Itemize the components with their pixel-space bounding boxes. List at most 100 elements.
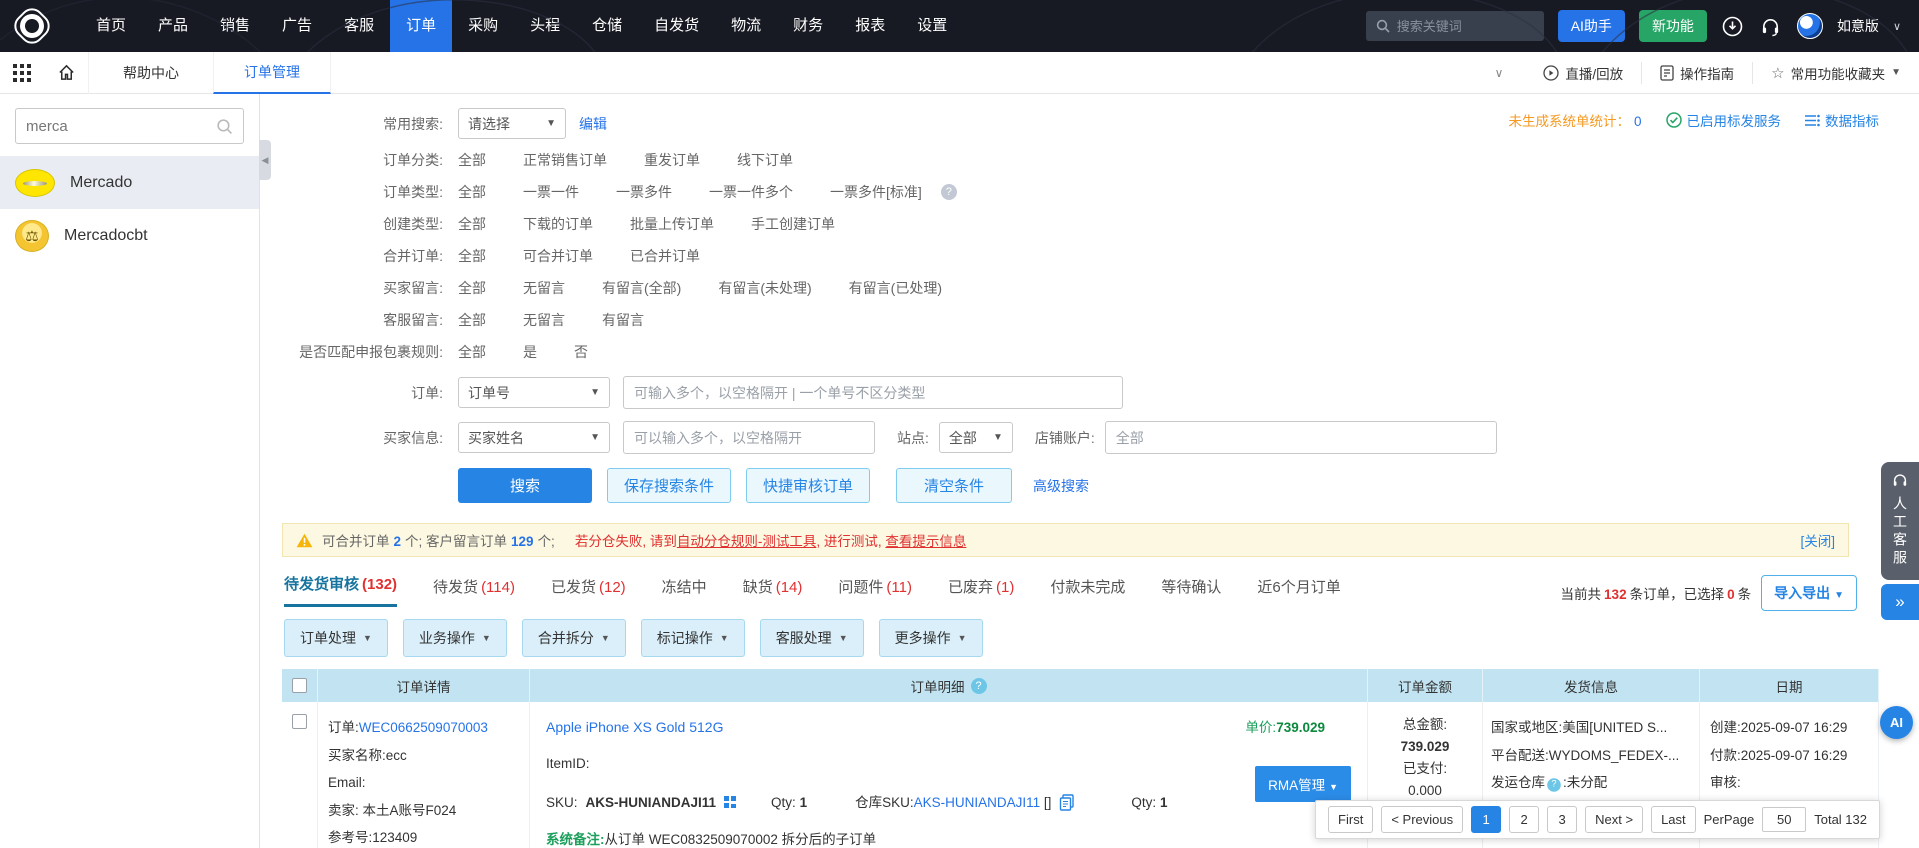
- search-button[interactable]: 搜索: [458, 468, 592, 503]
- help-icon[interactable]: ?: [970, 677, 987, 694]
- store-account-input[interactable]: [1104, 421, 1497, 454]
- view-tips-link[interactable]: 查看提示信息: [885, 534, 966, 549]
- global-search[interactable]: [1365, 11, 1544, 41]
- order-number-link[interactable]: WEC0662509070003: [359, 720, 488, 735]
- order-process-menu[interactable]: 订单处理 ▼: [284, 619, 388, 657]
- filter-option[interactable]: 无留言: [523, 278, 565, 298]
- filter-option[interactable]: 已合并订单: [630, 246, 700, 266]
- filter-option[interactable]: 一票多件: [616, 182, 672, 202]
- apps-grid-icon[interactable]: [0, 52, 44, 94]
- service-ops-menu[interactable]: 客服处理 ▼: [759, 619, 864, 657]
- edition-label[interactable]: 如意版: [1837, 16, 1879, 36]
- copy-doc-icon[interactable]: [1059, 794, 1075, 811]
- order-number-type-select[interactable]: 订单号 ▼: [458, 377, 610, 408]
- first-page-button[interactable]: First: [1328, 806, 1374, 833]
- mark-ops-menu[interactable]: 标记操作 ▼: [640, 619, 745, 657]
- next-page-button[interactable]: Next >: [1585, 806, 1644, 833]
- tab-to-ship[interactable]: 待发货 (114): [433, 576, 515, 607]
- clear-conditions-button[interactable]: 清空条件: [896, 468, 1013, 503]
- tab-out-of-stock[interactable]: 缺货 (14): [743, 576, 803, 607]
- help-center-link[interactable]: 帮助中心: [88, 51, 213, 94]
- row-checkbox[interactable]: [292, 714, 307, 729]
- help-icon[interactable]: ?: [1547, 777, 1561, 792]
- sidebar-collapse-handle[interactable]: ◀: [259, 140, 271, 180]
- sidebar-search[interactable]: [15, 108, 244, 144]
- home-icon[interactable]: [44, 52, 88, 94]
- menu-item-orders[interactable]: 订单: [390, 0, 453, 52]
- menu-item-ads[interactable]: 广告: [266, 0, 328, 52]
- filter-option[interactable]: 手工创建订单: [751, 214, 835, 234]
- tab-pending-audit[interactable]: 待发货审核 (132): [284, 573, 398, 607]
- buyer-info-input[interactable]: [623, 421, 875, 454]
- order-number-input[interactable]: [623, 376, 1123, 409]
- global-search-input[interactable]: [1396, 18, 1527, 34]
- filter-option[interactable]: 有留言(已处理): [849, 278, 942, 298]
- menu-item-reports[interactable]: 报表: [839, 0, 901, 52]
- menu-item-selfship[interactable]: 自发货: [638, 0, 715, 52]
- menu-item-purchase[interactable]: 采购: [452, 0, 514, 52]
- headset-icon[interactable]: [1759, 14, 1783, 38]
- filter-option[interactable]: 全部: [458, 150, 486, 170]
- tab-last-6-months[interactable]: 近6个月订单: [1257, 576, 1340, 607]
- filter-option[interactable]: 全部: [458, 310, 486, 330]
- filter-option[interactable]: 线下订单: [737, 150, 793, 170]
- edit-common-search-link[interactable]: 编辑: [579, 114, 607, 134]
- filter-option[interactable]: 否: [574, 342, 588, 362]
- filter-option[interactable]: 全部: [458, 182, 486, 202]
- import-export-button[interactable]: 导入导出 ▼: [1761, 575, 1857, 611]
- warehouse-sku-link[interactable]: AKS-HUNIANDAJI11: [914, 795, 1041, 810]
- page-1-button[interactable]: 1: [1471, 806, 1502, 833]
- menu-item-product[interactable]: 产品: [142, 0, 204, 52]
- quick-audit-button[interactable]: 快捷审核订单: [746, 468, 871, 503]
- product-title-link[interactable]: Apple iPhone XS Gold 512G: [546, 719, 723, 735]
- ai-assistant-button[interactable]: AI助手: [1557, 10, 1625, 42]
- tab-unpaid[interactable]: 付款未完成: [1050, 576, 1125, 607]
- chevron-down-icon[interactable]: ∨: [1893, 20, 1901, 33]
- filter-option[interactable]: 全部: [458, 246, 486, 266]
- prev-page-button[interactable]: < Previous: [1381, 806, 1464, 833]
- menu-item-warehouse[interactable]: 仓储: [576, 0, 638, 52]
- menu-item-settings[interactable]: 设置: [901, 0, 963, 52]
- filter-option[interactable]: 一票一件多个: [709, 182, 793, 202]
- select-all-checkbox[interactable]: [292, 678, 307, 693]
- help-icon[interactable]: ?: [940, 184, 957, 200]
- filter-option[interactable]: 正常销售订单: [523, 150, 607, 170]
- page-2-button[interactable]: 2: [1509, 806, 1540, 833]
- tab-order-management[interactable]: 订单管理: [213, 51, 331, 94]
- menu-item-firstleg[interactable]: 头程: [514, 0, 576, 52]
- filter-option[interactable]: 可合并订单: [523, 246, 593, 266]
- rma-manage-button[interactable]: RMA管理 ▼: [1255, 766, 1351, 802]
- menu-item-finance[interactable]: 财务: [777, 0, 839, 52]
- ai-floating-button[interactable]: AI: [1880, 706, 1913, 739]
- filter-option[interactable]: 无留言: [523, 310, 565, 330]
- filter-option[interactable]: 是: [523, 342, 537, 362]
- page-3-button[interactable]: 3: [1547, 806, 1578, 833]
- filter-option[interactable]: 下载的订单: [523, 214, 593, 234]
- user-avatar[interactable]: [1796, 13, 1823, 39]
- common-search-select[interactable]: 请选择 ▼: [458, 108, 566, 139]
- filter-option[interactable]: 全部: [458, 342, 486, 362]
- menu-item-sales[interactable]: 销售: [204, 0, 266, 52]
- filter-option[interactable]: 一票多件[标准]: [830, 182, 922, 202]
- tab-frozen[interactable]: 冻结中: [662, 576, 707, 607]
- filter-option[interactable]: 全部: [458, 278, 486, 298]
- last-page-button[interactable]: Last: [1651, 806, 1696, 833]
- sidebar-item-mercado[interactable]: Mercado: [0, 156, 259, 209]
- tab-awaiting-confirm[interactable]: 等待确认: [1161, 576, 1221, 607]
- sidebar-search-input[interactable]: [26, 117, 216, 135]
- merge-split-menu[interactable]: 合并拆分 ▼: [521, 619, 626, 657]
- tab-problem[interactable]: 问题件 (11): [838, 576, 912, 607]
- perpage-input[interactable]: [1762, 807, 1807, 832]
- app-logo[interactable]: [9, 3, 55, 49]
- filter-option[interactable]: 有留言(全部): [602, 278, 681, 298]
- menu-item-service[interactable]: 客服: [328, 0, 390, 52]
- live-replay-link[interactable]: 直播/回放: [1525, 62, 1641, 84]
- filter-option[interactable]: 全部: [458, 214, 486, 234]
- buyer-info-type-select[interactable]: 买家姓名 ▼: [458, 422, 610, 453]
- tab-discarded[interactable]: 已废弃 (1): [948, 576, 1014, 607]
- site-select[interactable]: 全部 ▼: [938, 422, 1013, 453]
- tab-shipped[interactable]: 已发货 (12): [551, 576, 626, 607]
- filter-option[interactable]: 有留言(未处理): [718, 278, 811, 298]
- filter-option[interactable]: 重发订单: [644, 150, 700, 170]
- notice-close-button[interactable]: [关闭]: [1800, 530, 1835, 550]
